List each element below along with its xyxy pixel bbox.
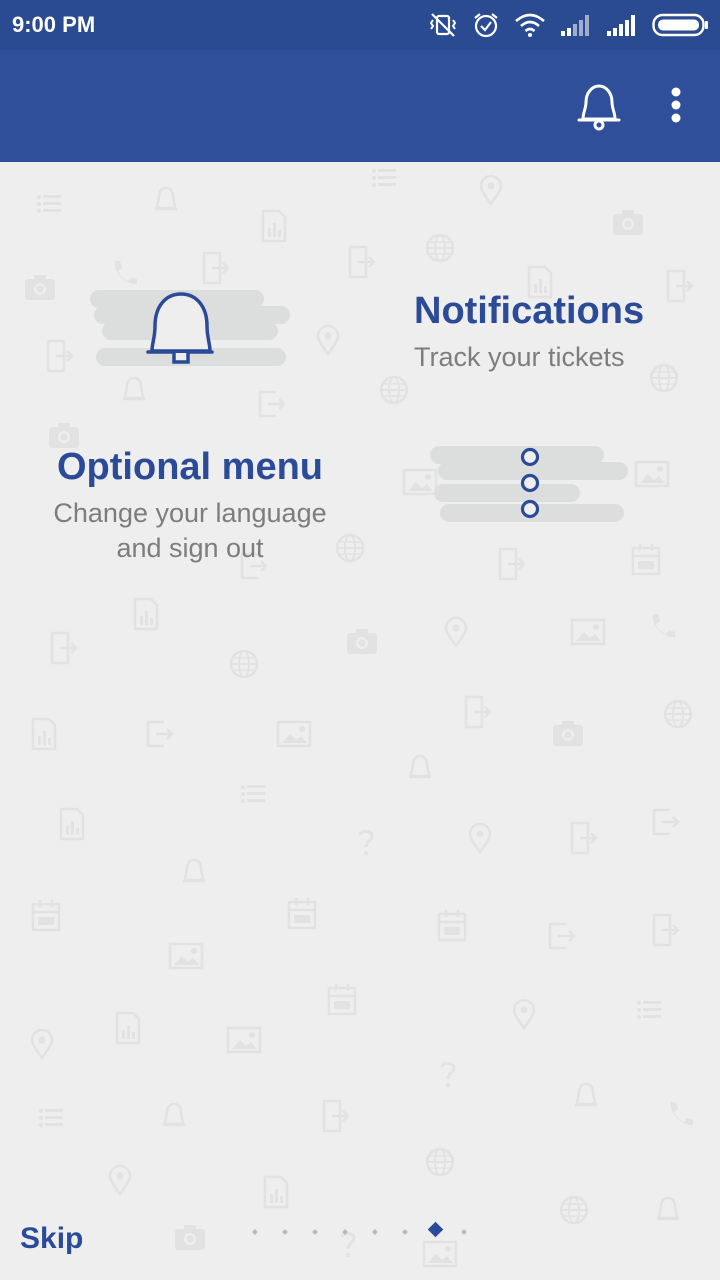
page-dot[interactable] <box>402 1229 408 1235</box>
status-time: 9:00 PM <box>12 12 96 37</box>
page-dot-active[interactable] <box>427 1221 444 1238</box>
app-bar <box>0 50 720 162</box>
vibrate-off-icon <box>429 13 457 37</box>
bell-illustration <box>90 290 290 366</box>
more-vert-icon <box>671 87 681 123</box>
onboarding-content: Notifications Track your tickets Optiona… <box>0 162 720 1280</box>
notifications-title: Notifications <box>414 290 645 332</box>
notifications-subtitle: Track your tickets <box>414 342 625 372</box>
page-dot[interactable] <box>342 1229 348 1235</box>
page-dot[interactable] <box>372 1229 378 1235</box>
status-bar: 9:00 PM <box>0 0 720 50</box>
signal-icon <box>607 15 635 36</box>
signal-icon <box>561 15 589 36</box>
bell-icon <box>577 84 621 131</box>
overflow-menu-button[interactable] <box>658 84 694 128</box>
page-dot[interactable] <box>282 1229 288 1235</box>
wifi-icon <box>515 13 545 37</box>
menu-illustration <box>430 446 628 522</box>
page-indicator <box>246 1218 476 1246</box>
optional-menu-subtitle-line-1: Change your language <box>53 498 327 528</box>
page-dot[interactable] <box>461 1229 467 1235</box>
status-icons <box>428 9 710 41</box>
battery-icon <box>652 13 708 37</box>
optional-menu-subtitle-line-2: and sign out <box>116 533 264 563</box>
page-dot[interactable] <box>252 1229 258 1235</box>
notifications-button[interactable] <box>574 80 624 132</box>
skip-button[interactable]: Skip <box>20 1222 83 1256</box>
alarm-icon <box>474 13 498 38</box>
page-dot[interactable] <box>312 1229 318 1235</box>
optional-menu-title: Optional menu <box>57 446 323 488</box>
optional-menu-subtitle: Change your language and sign out <box>20 496 360 566</box>
more-vert-icon <box>520 447 540 519</box>
